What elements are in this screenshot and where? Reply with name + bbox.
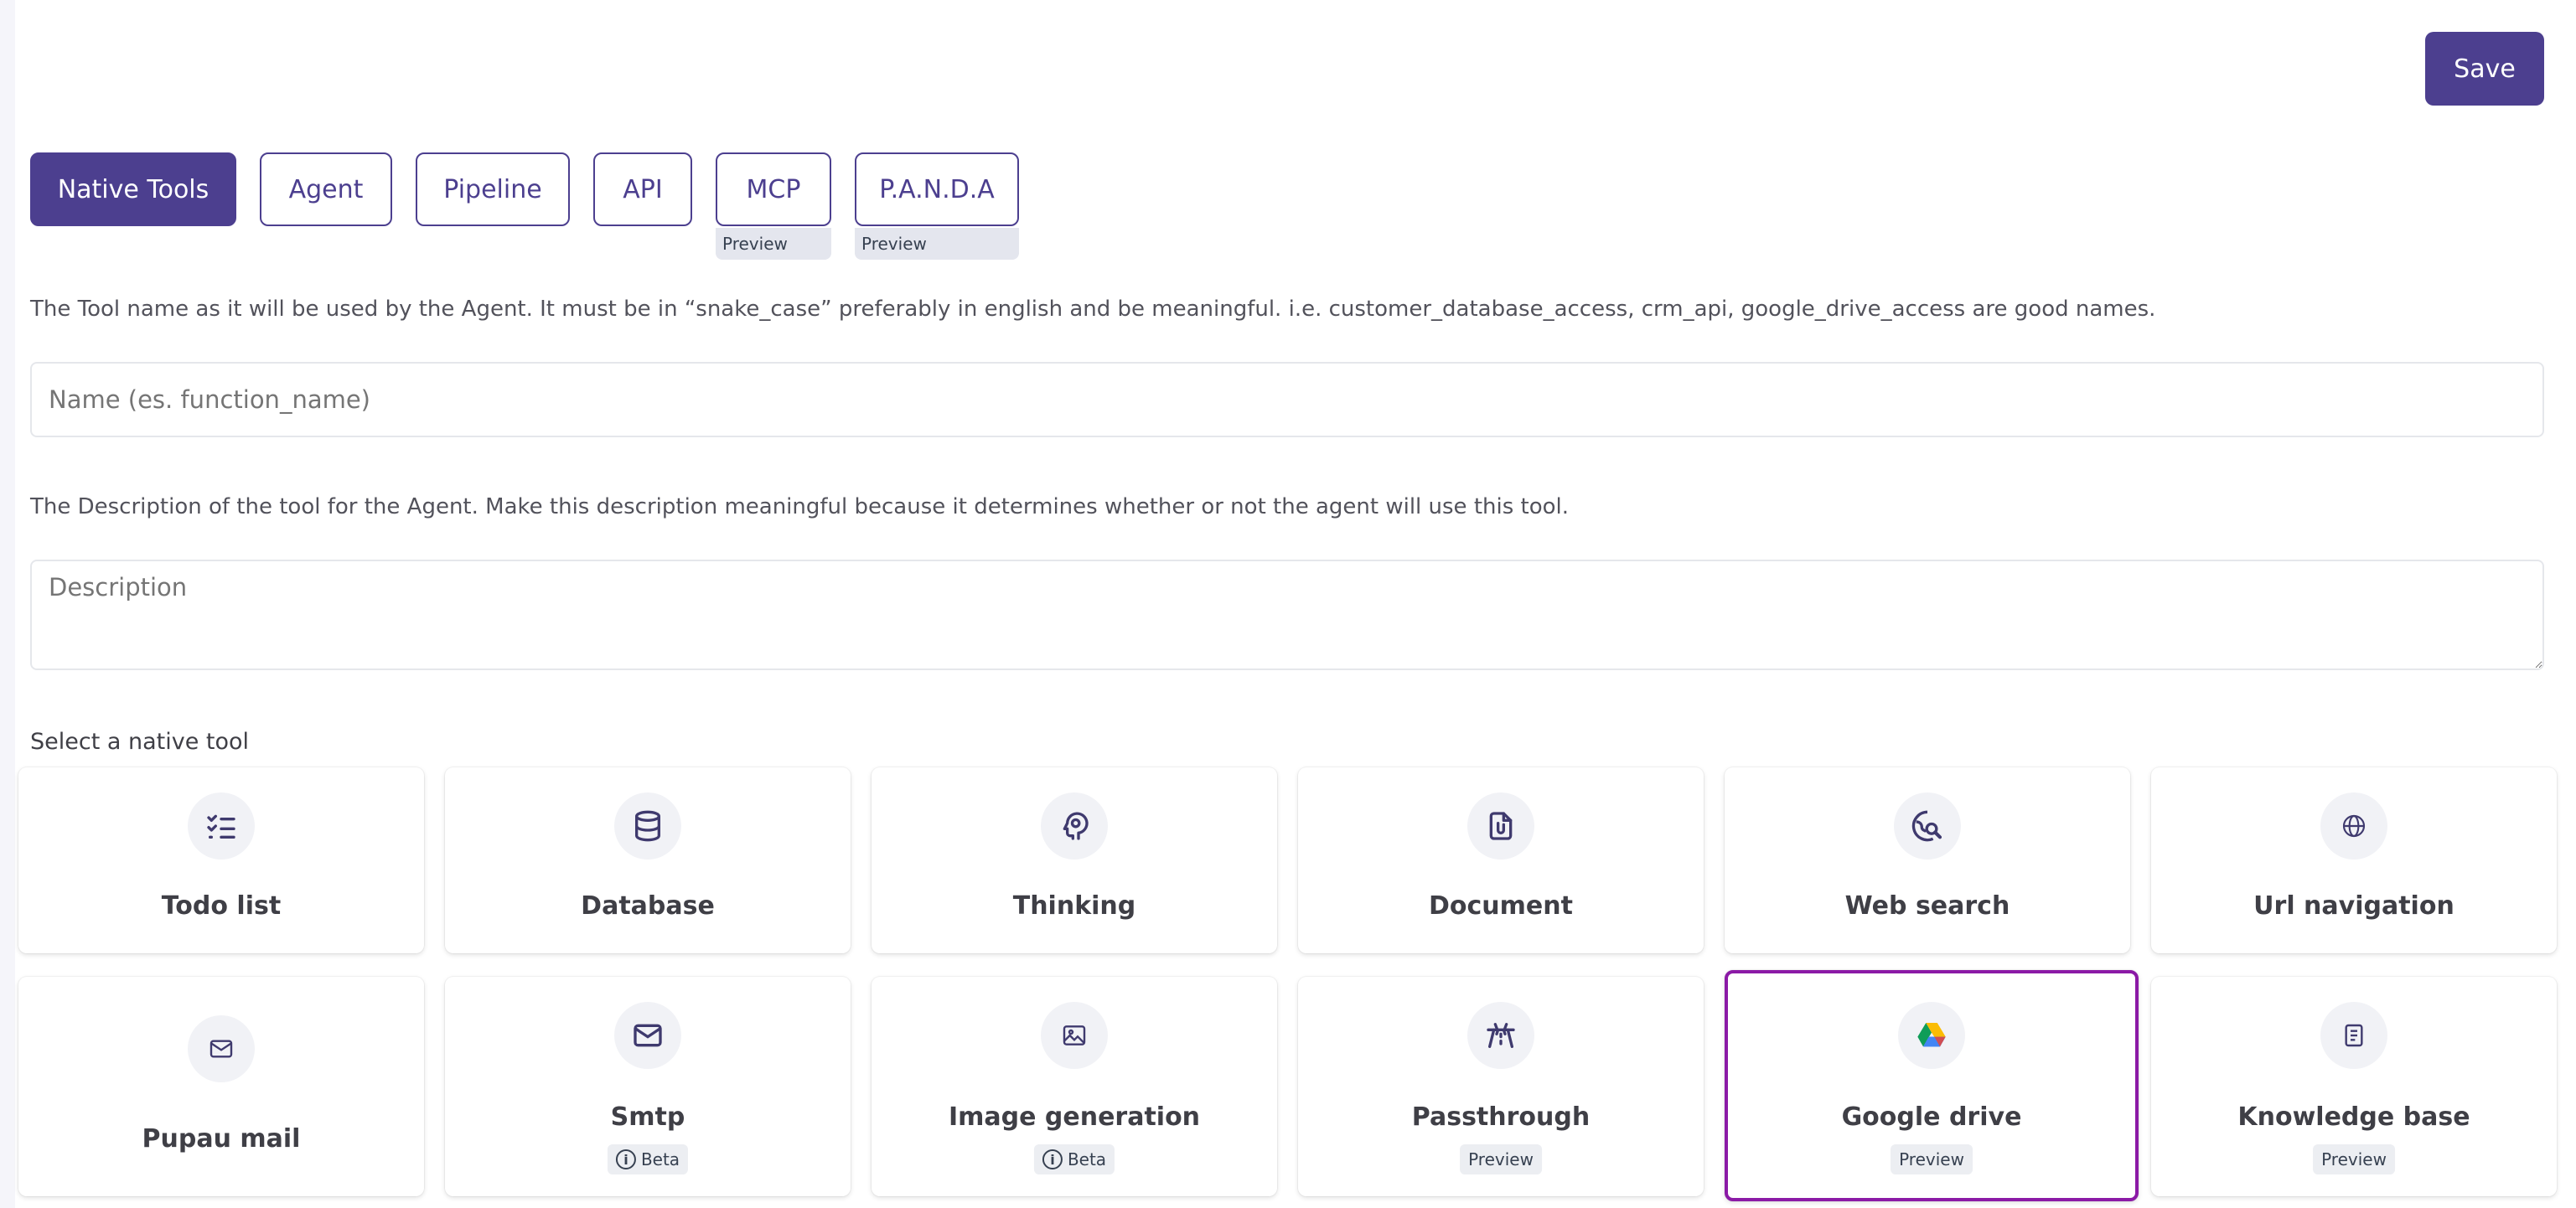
beta-badge: i Beta <box>607 1144 689 1174</box>
tab-panda-preview-badge: Preview <box>855 228 1019 260</box>
tool-card-web-search[interactable]: Web search <box>1725 767 2130 953</box>
envelope-icon <box>614 1002 681 1069</box>
beta-badge: i Beta <box>1033 1144 1115 1174</box>
tab-mcp[interactable]: MCP <box>716 152 831 226</box>
tool-card-smtp[interactable]: Smtp i Beta <box>445 977 851 1196</box>
tab-panda[interactable]: P.A.N.D.A <box>855 152 1019 226</box>
database-icon <box>614 792 681 860</box>
tool-title: Url navigation <box>2253 891 2454 921</box>
left-edge <box>0 0 15 1208</box>
tool-title: Database <box>581 891 715 921</box>
info-icon: i <box>1042 1149 1063 1169</box>
tool-title: Passthrough <box>1411 1102 1591 1132</box>
tool-title: Google drive <box>1841 1102 2022 1132</box>
tool-card-image-generation[interactable]: Image generation i Beta <box>872 977 1277 1196</box>
name-input[interactable] <box>30 362 2544 437</box>
tool-title: Web search <box>1844 891 2010 921</box>
tab-native-tools[interactable]: Native Tools <box>30 152 236 226</box>
tool-card-document[interactable]: Document <box>1298 767 1704 953</box>
tool-card-url-navigation[interactable]: Url navigation <box>2151 767 2557 953</box>
tab-agent[interactable]: Agent <box>260 152 392 226</box>
tool-card-todo-list[interactable]: Todo list <box>18 767 424 953</box>
tool-card-knowledge-base[interactable]: Knowledge base Preview <box>2151 977 2557 1196</box>
description-help-text: The Description of the tool for the Agen… <box>30 494 1570 519</box>
preview-badge: Preview <box>2313 1144 2395 1174</box>
passthrough-icon <box>1467 1002 1534 1069</box>
name-help-text: The Tool name as it will be used by the … <box>30 297 2156 322</box>
globe-icon <box>2320 792 2387 860</box>
tool-card-google-drive[interactable]: Google drive Preview <box>1725 970 2139 1201</box>
tool-title: Image generation <box>948 1102 1201 1132</box>
tab-pipeline[interactable]: Pipeline <box>416 152 570 226</box>
description-textarea[interactable] <box>30 560 2544 670</box>
tab-api[interactable]: API <box>593 152 692 226</box>
native-tool-section-label: Select a native tool <box>30 729 250 755</box>
document-clip-icon <box>1467 792 1534 860</box>
image-icon <box>1041 1002 1108 1069</box>
save-button[interactable]: Save <box>2425 32 2544 106</box>
tool-card-database[interactable]: Database <box>445 767 851 953</box>
tool-title: Knowledge base <box>2237 1102 2470 1132</box>
tool-title: Thinking <box>1012 891 1136 921</box>
tool-title: Pupau mail <box>142 1124 301 1154</box>
tool-title: Todo list <box>161 891 282 921</box>
tool-title: Smtp <box>610 1102 685 1132</box>
mail-icon <box>188 1015 255 1082</box>
checklist-icon <box>188 792 255 860</box>
tool-card-pupau-mail[interactable]: Pupau mail <box>18 977 424 1196</box>
globe-search-icon <box>1894 792 1961 860</box>
tab-mcp-preview-badge: Preview <box>716 228 831 260</box>
tool-card-passthrough[interactable]: Passthrough Preview <box>1298 977 1704 1196</box>
preview-badge: Preview <box>1891 1144 1973 1174</box>
brain-head-icon <box>1041 792 1108 860</box>
google-drive-icon <box>1898 1002 1965 1069</box>
tool-title: Document <box>1429 891 1573 921</box>
preview-badge: Preview <box>1460 1144 1542 1174</box>
tool-card-thinking[interactable]: Thinking <box>872 767 1277 953</box>
book-icon <box>2320 1002 2387 1069</box>
info-icon: i <box>615 1149 636 1169</box>
